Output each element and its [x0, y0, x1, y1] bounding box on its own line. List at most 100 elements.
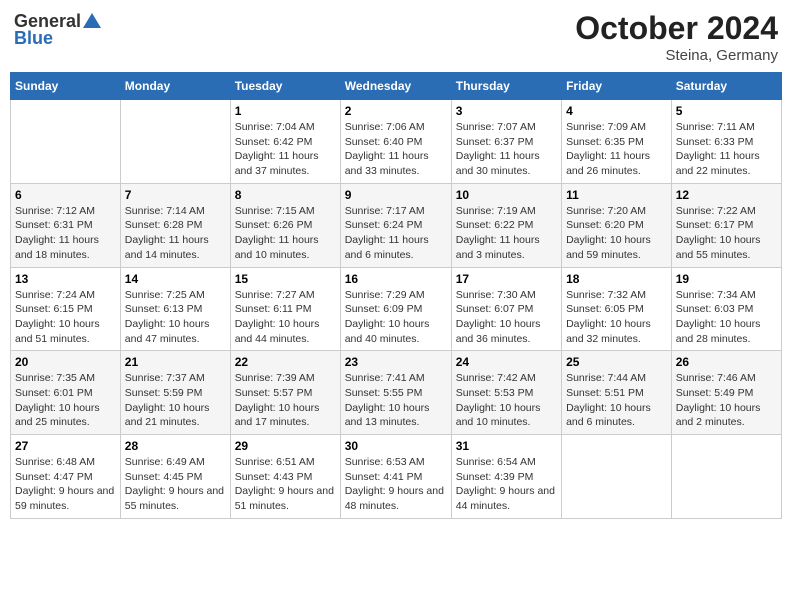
- day-detail: Sunrise: 7:46 AM Sunset: 5:49 PM Dayligh…: [676, 371, 777, 430]
- day-detail: Sunrise: 7:15 AM Sunset: 6:26 PM Dayligh…: [235, 204, 336, 263]
- header-friday: Friday: [562, 73, 672, 100]
- logo-icon: [81, 10, 103, 32]
- calendar-cell: 20 Sunrise: 7:35 AM Sunset: 6:01 PM Dayli…: [11, 351, 121, 435]
- calendar-cell: 5Sunrise: 7:11 AM Sunset: 6:33 PM Daylig…: [671, 100, 781, 184]
- calendar-cell: 1 Sunrise: 7:04 AM Sunset: 6:42 PM Daylig…: [230, 100, 340, 184]
- day-number: 1: [235, 104, 336, 118]
- location: Steina, Germany: [575, 47, 778, 64]
- day-number: 29: [235, 439, 336, 453]
- week-row-3: 13 Sunrise: 7:24 AM Sunset: 6:15 PM Dayli…: [11, 267, 782, 351]
- day-number: 2: [345, 104, 447, 118]
- day-number: 15: [235, 272, 336, 286]
- calendar-cell: 23 Sunrise: 7:41 AM Sunset: 5:55 PM Dayli…: [340, 351, 451, 435]
- calendar-cell: 3 Sunrise: 7:07 AM Sunset: 6:37 PM Daylig…: [451, 100, 561, 184]
- header-wednesday: Wednesday: [340, 73, 451, 100]
- page-header: General Blue October 2024 Steina, German…: [10, 10, 782, 64]
- day-number: 3: [456, 104, 557, 118]
- day-detail: Sunrise: 7:41 AM Sunset: 5:55 PM Dayligh…: [345, 371, 447, 430]
- calendar-cell: 28 Sunrise: 6:49 AM Sunset: 4:45 PM Dayli…: [120, 435, 230, 519]
- day-detail: Sunrise: 6:49 AM Sunset: 4:45 PM Dayligh…: [125, 455, 226, 514]
- title-block: October 2024 Steina, Germany: [575, 10, 778, 64]
- calendar-cell: 9Sunrise: 7:17 AM Sunset: 6:24 PM Daylig…: [340, 183, 451, 267]
- day-detail: Sunrise: 6:54 AM Sunset: 4:39 PM Dayligh…: [456, 455, 557, 514]
- calendar-cell: 17Sunrise: 7:30 AM Sunset: 6:07 PM Dayli…: [451, 267, 561, 351]
- day-detail: Sunrise: 7:32 AM Sunset: 6:05 PM Dayligh…: [566, 288, 667, 347]
- day-number: 19: [676, 272, 777, 286]
- calendar-table: SundayMondayTuesdayWednesdayThursdayFrid…: [10, 72, 782, 519]
- calendar-cell: 4 Sunrise: 7:09 AM Sunset: 6:35 PM Daylig…: [562, 100, 672, 184]
- calendar-cell: 19 Sunrise: 7:34 AM Sunset: 6:03 PM Dayli…: [671, 267, 781, 351]
- day-number: 20: [15, 355, 116, 369]
- day-detail: Sunrise: 7:14 AM Sunset: 6:28 PM Dayligh…: [125, 204, 226, 263]
- calendar-cell: 11Sunrise: 7:20 AM Sunset: 6:20 PM Dayli…: [562, 183, 672, 267]
- calendar-cell: 13 Sunrise: 7:24 AM Sunset: 6:15 PM Dayli…: [11, 267, 121, 351]
- day-number: 13: [15, 272, 116, 286]
- day-detail: Sunrise: 7:25 AM Sunset: 6:13 PM Dayligh…: [125, 288, 226, 347]
- calendar-cell: 8 Sunrise: 7:15 AM Sunset: 6:26 PM Daylig…: [230, 183, 340, 267]
- day-number: 4: [566, 104, 667, 118]
- day-detail: Sunrise: 7:24 AM Sunset: 6:15 PM Dayligh…: [15, 288, 116, 347]
- calendar-cell: 2Sunrise: 7:06 AM Sunset: 6:40 PM Daylig…: [340, 100, 451, 184]
- day-number: 24: [456, 355, 557, 369]
- day-number: 5: [676, 104, 777, 118]
- calendar-cell: 22Sunrise: 7:39 AM Sunset: 5:57 PM Dayli…: [230, 351, 340, 435]
- week-row-2: 6 Sunrise: 7:12 AM Sunset: 6:31 PM Daylig…: [11, 183, 782, 267]
- calendar-cell: 7 Sunrise: 7:14 AM Sunset: 6:28 PM Daylig…: [120, 183, 230, 267]
- calendar-cell: 30 Sunrise: 6:53 AM Sunset: 4:41 PM Dayli…: [340, 435, 451, 519]
- day-number: 7: [125, 188, 226, 202]
- calendar-cell: 31Sunrise: 6:54 AM Sunset: 4:39 PM Dayli…: [451, 435, 561, 519]
- calendar-cell: 18Sunrise: 7:32 AM Sunset: 6:05 PM Dayli…: [562, 267, 672, 351]
- calendar-cell: [562, 435, 672, 519]
- week-row-1: 1 Sunrise: 7:04 AM Sunset: 6:42 PM Daylig…: [11, 100, 782, 184]
- day-detail: Sunrise: 7:19 AM Sunset: 6:22 PM Dayligh…: [456, 204, 557, 263]
- logo-blue-text: Blue: [14, 28, 53, 49]
- week-row-4: 20 Sunrise: 7:35 AM Sunset: 6:01 PM Dayli…: [11, 351, 782, 435]
- day-number: 6: [15, 188, 116, 202]
- header-tuesday: Tuesday: [230, 73, 340, 100]
- calendar-cell: 27 Sunrise: 6:48 AM Sunset: 4:47 PM Dayli…: [11, 435, 121, 519]
- header-saturday: Saturday: [671, 73, 781, 100]
- day-detail: Sunrise: 7:22 AM Sunset: 6:17 PM Dayligh…: [676, 204, 777, 263]
- header-monday: Monday: [120, 73, 230, 100]
- day-detail: Sunrise: 6:51 AM Sunset: 4:43 PM Dayligh…: [235, 455, 336, 514]
- day-number: 14: [125, 272, 226, 286]
- day-number: 8: [235, 188, 336, 202]
- calendar-cell: 29 Sunrise: 6:51 AM Sunset: 4:43 PM Dayli…: [230, 435, 340, 519]
- day-detail: Sunrise: 7:07 AM Sunset: 6:37 PM Dayligh…: [456, 120, 557, 179]
- day-number: 30: [345, 439, 447, 453]
- calendar-cell: 12Sunrise: 7:22 AM Sunset: 6:17 PM Dayli…: [671, 183, 781, 267]
- calendar-cell: [11, 100, 121, 184]
- calendar-header: SundayMondayTuesdayWednesdayThursdayFrid…: [11, 73, 782, 100]
- calendar-cell: 14 Sunrise: 7:25 AM Sunset: 6:13 PM Dayli…: [120, 267, 230, 351]
- day-detail: Sunrise: 7:34 AM Sunset: 6:03 PM Dayligh…: [676, 288, 777, 347]
- day-detail: Sunrise: 6:48 AM Sunset: 4:47 PM Dayligh…: [15, 455, 116, 514]
- day-number: 21: [125, 355, 226, 369]
- day-detail: Sunrise: 7:04 AM Sunset: 6:42 PM Dayligh…: [235, 120, 336, 179]
- day-number: 27: [15, 439, 116, 453]
- calendar-cell: 24 Sunrise: 7:42 AM Sunset: 5:53 PM Dayli…: [451, 351, 561, 435]
- day-detail: Sunrise: 7:44 AM Sunset: 5:51 PM Dayligh…: [566, 371, 667, 430]
- month-year: October 2024: [575, 10, 778, 47]
- day-detail: Sunrise: 7:27 AM Sunset: 6:11 PM Dayligh…: [235, 288, 336, 347]
- logo: General Blue: [14, 10, 103, 49]
- day-detail: Sunrise: 7:17 AM Sunset: 6:24 PM Dayligh…: [345, 204, 447, 263]
- day-detail: Sunrise: 7:12 AM Sunset: 6:31 PM Dayligh…: [15, 204, 116, 263]
- calendar-cell: 25 Sunrise: 7:44 AM Sunset: 5:51 PM Dayli…: [562, 351, 672, 435]
- day-detail: Sunrise: 7:35 AM Sunset: 6:01 PM Dayligh…: [15, 371, 116, 430]
- day-number: 25: [566, 355, 667, 369]
- day-number: 11: [566, 188, 667, 202]
- calendar-cell: 15 Sunrise: 7:27 AM Sunset: 6:11 PM Dayli…: [230, 267, 340, 351]
- week-row-5: 27 Sunrise: 6:48 AM Sunset: 4:47 PM Dayli…: [11, 435, 782, 519]
- day-detail: Sunrise: 7:09 AM Sunset: 6:35 PM Dayligh…: [566, 120, 667, 179]
- day-detail: Sunrise: 7:42 AM Sunset: 5:53 PM Dayligh…: [456, 371, 557, 430]
- day-number: 28: [125, 439, 226, 453]
- day-detail: Sunrise: 6:53 AM Sunset: 4:41 PM Dayligh…: [345, 455, 447, 514]
- day-detail: Sunrise: 7:39 AM Sunset: 5:57 PM Dayligh…: [235, 371, 336, 430]
- calendar-cell: [671, 435, 781, 519]
- day-number: 17: [456, 272, 557, 286]
- day-number: 26: [676, 355, 777, 369]
- day-detail: Sunrise: 7:37 AM Sunset: 5:59 PM Dayligh…: [125, 371, 226, 430]
- calendar-cell: 16Sunrise: 7:29 AM Sunset: 6:09 PM Dayli…: [340, 267, 451, 351]
- calendar-cell: [120, 100, 230, 184]
- day-number: 23: [345, 355, 447, 369]
